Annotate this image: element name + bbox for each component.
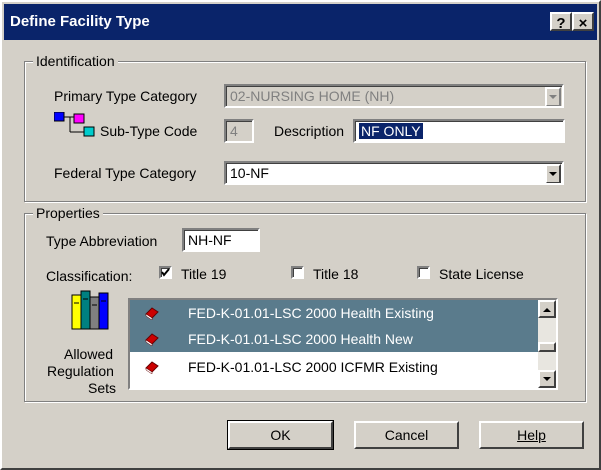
- book-icon: [144, 332, 160, 349]
- title-19-checkbox[interactable]: [159, 266, 172, 279]
- regset-label: FED-K-01.01-LSC 2000 Health New: [188, 331, 413, 347]
- list-item[interactable]: FED-K-01.01-LSC 2000 Health New: [130, 326, 538, 352]
- type-abbreviation-field[interactable]: NH-NF: [182, 228, 260, 252]
- scroll-thumb[interactable]: [538, 342, 556, 352]
- ok-button[interactable]: OK: [227, 420, 334, 450]
- description-value: NF ONLY: [359, 123, 423, 139]
- subtype-code-label: Sub-Type Code: [100, 123, 198, 139]
- chevron-down-icon: [549, 172, 557, 176]
- regset-label: FED-K-01.01-LSC 2000 ICFMR Existing: [188, 359, 438, 375]
- checkmark-icon: [161, 268, 170, 277]
- subtype-code-value: 4: [230, 123, 238, 139]
- hierarchy-icon: [53, 111, 96, 142]
- identification-group-label: Identification: [33, 53, 118, 69]
- properties-group-label: Properties: [33, 205, 103, 221]
- list-item[interactable]: FED-K-01.01-LSC 2000 Health Existing: [130, 300, 538, 326]
- description-label: Description: [274, 123, 345, 139]
- title-18-label: Title 18: [313, 266, 359, 282]
- sets-label: Sets: [88, 380, 117, 396]
- book-icon: [144, 360, 160, 377]
- description-field[interactable]: NF ONLY: [353, 119, 565, 143]
- chevron-up-icon: [543, 308, 551, 312]
- federal-type-dropdown-button[interactable]: [545, 164, 561, 183]
- regulation-label: Regulation: [47, 363, 114, 379]
- subtype-code-field[interactable]: 4: [224, 119, 254, 143]
- list-item[interactable]: FED-K-01.01-LSC 2000 ICFMR Existing: [130, 354, 538, 380]
- type-abbreviation-value: NH-NF: [188, 232, 232, 248]
- type-abbreviation-label: Type Abbreviation: [46, 233, 158, 249]
- regulation-sets-list[interactable]: FED-K-01.01-LSC 2000 Health Existing FED…: [128, 298, 558, 390]
- dialog-window: Define Facility Type ? × Identification …: [0, 0, 601, 470]
- title-bar[interactable]: Define Facility Type ? ×: [4, 4, 597, 40]
- window-title: Define Facility Type: [10, 13, 150, 30]
- state-license-label: State License: [439, 266, 524, 282]
- federal-type-value: 10-NF: [230, 165, 269, 181]
- primary-type-select[interactable]: 02-NURSING HOME (NH): [224, 84, 564, 108]
- title-19-label: Title 19: [181, 266, 227, 282]
- scroll-down-button[interactable]: [538, 370, 556, 388]
- allowed-label: Allowed: [64, 346, 114, 362]
- chevron-down-icon: [543, 377, 551, 381]
- cancel-button[interactable]: Cancel: [354, 421, 459, 449]
- book-icon: [144, 306, 160, 323]
- federal-type-select[interactable]: 10-NF: [224, 161, 564, 185]
- list-scrollbar[interactable]: [538, 300, 556, 388]
- federal-type-label: Federal Type Category: [54, 165, 197, 181]
- regset-label: FED-K-01.01-LSC 2000 Health Existing: [188, 305, 434, 321]
- help-title-button[interactable]: ?: [550, 12, 572, 32]
- scroll-up-button[interactable]: [538, 300, 556, 318]
- primary-type-dropdown-button[interactable]: [545, 87, 561, 106]
- chevron-down-icon: [549, 95, 557, 99]
- classification-label: Classification:: [46, 268, 133, 284]
- primary-type-value: 02-NURSING HOME (NH): [230, 88, 395, 104]
- title-18-checkbox[interactable]: [291, 266, 304, 279]
- close-button[interactable]: ×: [572, 12, 594, 32]
- help-button[interactable]: Help: [479, 421, 584, 449]
- primary-type-label: Primary Type Category: [54, 88, 197, 104]
- state-license-checkbox[interactable]: [417, 266, 430, 279]
- books-icon: [70, 289, 114, 331]
